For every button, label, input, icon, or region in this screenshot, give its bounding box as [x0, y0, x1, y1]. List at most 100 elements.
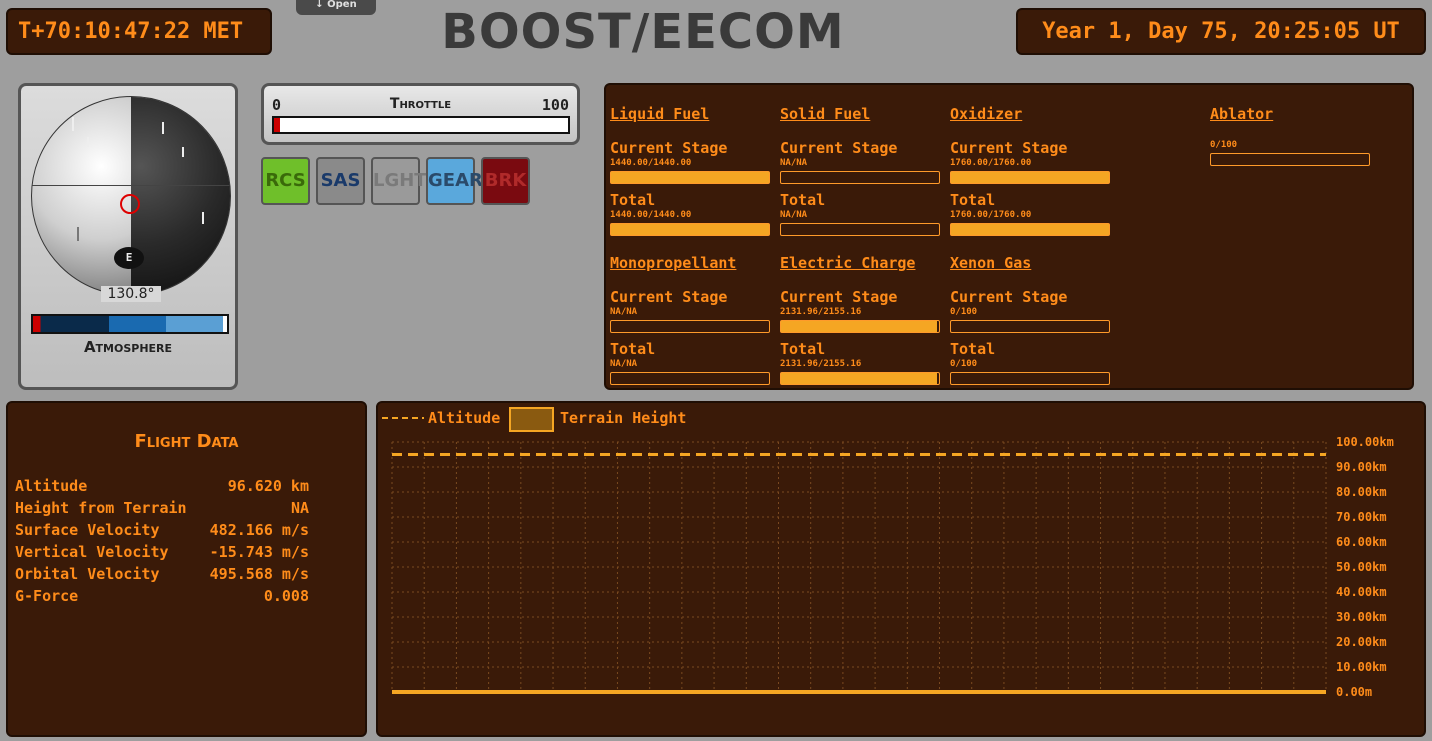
open-menu-tab[interactable]: ↓ Open [296, 0, 376, 15]
prograde-marker-icon [120, 194, 140, 214]
xenon-gas-stage-bar [950, 320, 1110, 333]
oxidizer-stage-bar [950, 171, 1110, 184]
toggle-lght[interactable]: LGHT [371, 157, 427, 205]
electric-charge-total-bar [780, 372, 940, 385]
flight-data-row: G-Force 0.008 [15, 587, 309, 609]
navball-tick [182, 147, 184, 157]
resources-panel: Liquid Fuel Current Stage 1440.00/1440.00 T… [604, 83, 1414, 390]
toggle-sas[interactable]: SAS [316, 157, 365, 205]
flight-data-value: NA [290, 499, 309, 517]
liquid-fuel-total-bar-fill [611, 224, 769, 235]
monopropellant-stage-label: Current Stage [610, 288, 728, 306]
y-tick-label: 30.00km [1336, 610, 1387, 624]
east-heading-icon: E [114, 247, 144, 269]
liquid-fuel-total-label: Total [610, 191, 656, 209]
oxidizer-title[interactable]: Oxidizer [950, 105, 1022, 123]
flight-data-label: Altitude [15, 477, 88, 495]
flight-data-label: Vertical Velocity [15, 543, 169, 561]
oxidizer-total-value: 1760.00/1760.00 [950, 210, 1032, 220]
throttle-gauge [272, 116, 570, 134]
navball: E [31, 96, 231, 296]
throttle-label: Throttle [389, 96, 452, 112]
heading-readout: 130.8° [101, 286, 161, 302]
electric-charge-title[interactable]: Electric Charge [780, 254, 915, 272]
flight-data-value: -15.743 m/s [209, 543, 309, 561]
solid-fuel-stage-bar [780, 171, 940, 184]
universal-time: Year 1, Day 75, 20:25:05 UT [1016, 8, 1426, 55]
liquid-fuel-total-bar [610, 223, 770, 236]
oxidizer-stage-label: Current Stage [950, 139, 1068, 157]
liquid-fuel-total-value: 1440.00/1440.00 [610, 210, 692, 220]
xenon-gas-stage-label: Current Stage [950, 288, 1068, 306]
altitude-chart-panel: 100.00km 90.00km 80.00km 70.00km 60.00km 50.0… [376, 401, 1426, 737]
navball-panel: E 130.8° Atmosphere [18, 83, 238, 390]
y-tick-label: 10.00km [1336, 660, 1387, 674]
flight-data-value: 495.568 m/s [209, 565, 309, 583]
liquid-fuel-title[interactable]: Liquid Fuel [610, 105, 709, 123]
atmosphere-label: Atmosphere [83, 338, 173, 356]
y-tick-label: 90.00km [1336, 460, 1387, 474]
oxidizer-stage-value: 1760.00/1760.00 [950, 158, 1032, 168]
solid-fuel-stage-value: NA/NA [780, 158, 808, 168]
toggle-brk[interactable]: BRK [481, 157, 530, 205]
monopropellant-title[interactable]: Monopropellant [610, 254, 736, 272]
page-title: BOOST/EECOM [441, 4, 845, 60]
monopropellant-stage-value: NA/NA [610, 307, 638, 317]
liquid-fuel-stage-value: 1440.00/1440.00 [610, 158, 692, 168]
navball-tick [87, 137, 89, 147]
flight-data-row: Surface Velocity 482.166 m/s [15, 521, 309, 543]
flight-data-panel: Flight Data Altitude 96.620 km Height from… [6, 401, 367, 737]
flight-data-row: Altitude 96.620 km [15, 477, 309, 499]
monopropellant-total-bar [610, 372, 770, 385]
solid-fuel-total-value: NA/NA [780, 210, 808, 220]
electric-charge-total-bar-fill [781, 373, 938, 384]
flight-data-row: Orbital Velocity 495.568 m/s [15, 565, 309, 587]
xenon-gas-title[interactable]: Xenon Gas [950, 254, 1031, 272]
solid-fuel-total-bar [780, 223, 940, 236]
xenon-gas-total-bar [950, 372, 1110, 385]
liquid-fuel-stage-bar-fill [611, 172, 769, 183]
y-tick-label: 80.00km [1336, 485, 1387, 499]
oxidizer-total-bar [950, 223, 1110, 236]
toggle-gear[interactable]: GEAR [426, 157, 483, 205]
ablator-title[interactable]: Ablator [1210, 105, 1273, 123]
flight-data-row: Height from Terrain NA [15, 499, 309, 521]
electric-charge-stage-value: 2131.96/2155.16 [780, 307, 862, 317]
solid-fuel-stage-label: Current Stage [780, 139, 898, 157]
throttle-fill [274, 118, 280, 132]
y-tick-label: 60.00km [1336, 535, 1387, 549]
atmosphere-fill [33, 316, 224, 332]
y-tick-label: 70.00km [1336, 510, 1387, 524]
flight-data-label: Surface Velocity [15, 521, 160, 539]
electric-charge-total-label: Total [780, 340, 826, 358]
xenon-gas-total-label: Total [950, 340, 996, 358]
solid-fuel-title[interactable]: Solid Fuel [780, 105, 870, 123]
flight-data-value: 96.620 km [227, 477, 309, 495]
xenon-gas-stage-value: 0/100 [950, 307, 978, 317]
throttle-max: 100 [541, 96, 569, 114]
oxidizer-total-label: Total [950, 191, 996, 209]
xenon-gas-total-value: 0/100 [950, 359, 978, 369]
mission-elapsed-time: T+70:10:47:22 MET [6, 8, 272, 55]
flight-data-value: 482.166 m/s [209, 521, 309, 539]
altitude-chart: 100.00km 90.00km 80.00km 70.00km 60.00km 50.0… [382, 407, 1394, 699]
ablator-bar [1210, 153, 1370, 166]
navball-tick [77, 227, 79, 241]
navball-tick [162, 122, 164, 134]
electric-charge-stage-bar [780, 320, 940, 333]
solid-fuel-total-label: Total [780, 191, 826, 209]
navball-horizon [32, 185, 230, 186]
legend-terrain-height: Terrain Height [560, 409, 686, 427]
electric-charge-stage-bar-fill [781, 321, 938, 332]
toggle-rcs[interactable]: RCS [261, 157, 310, 205]
ablator-value: 0/100 [1210, 140, 1238, 150]
oxidizer-total-bar-fill [951, 224, 1109, 235]
electric-charge-total-value: 2131.96/2155.16 [780, 359, 862, 369]
liquid-fuel-stage-bar [610, 171, 770, 184]
flight-data-label: G-Force [15, 587, 79, 605]
flight-data-value: 0.008 [263, 587, 309, 605]
y-tick-label: 20.00km [1336, 635, 1387, 649]
atmosphere-gauge [31, 314, 229, 334]
y-tick-label: 40.00km [1336, 585, 1387, 599]
flight-data-title: Flight Data [134, 431, 239, 452]
